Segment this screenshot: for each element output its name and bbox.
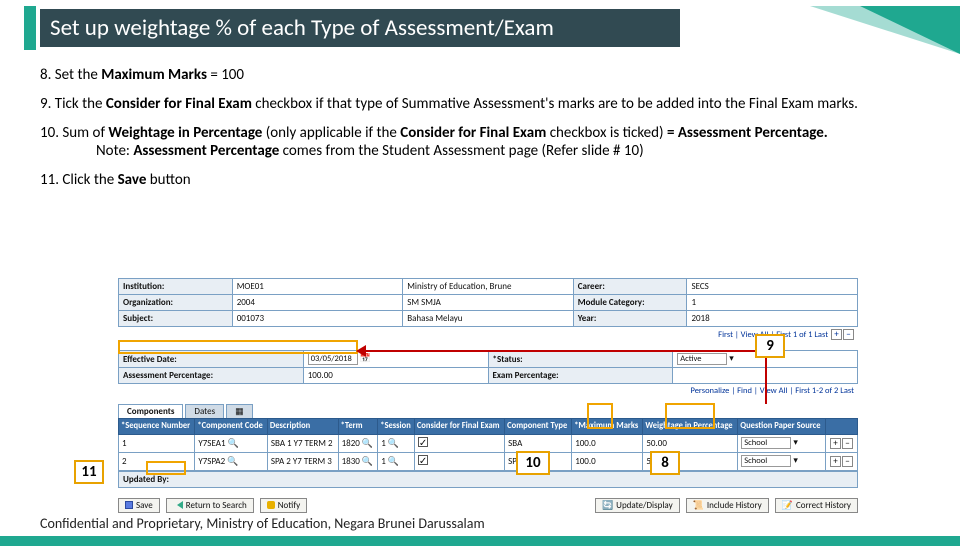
consider-checkbox[interactable] [418,437,428,447]
col-ctype[interactable]: Component Type [505,419,572,435]
col-max[interactable]: *Maximum Marks [572,419,643,435]
tab-dates[interactable]: Dates [185,404,224,418]
step-10: 10. Sum of Weightage in Percentage (only… [40,124,920,162]
return-icon [173,501,183,509]
subject-desc: Bahasa Melayu [403,311,574,327]
institution-label: Institution: [119,279,233,295]
table-row: 1 Y7SEA1 🔍 SBA 1 Y7 TERM 2 1820 🔍 1 🔍 SB… [119,434,858,452]
grid-nav-top[interactable]: First | View All | First 1 of 1 Last +− [118,327,858,342]
career-label: Career: [573,279,687,295]
arrow-head-icon [356,345,366,357]
organization-desc: SM SMJA [403,295,574,311]
col-code[interactable]: *Component Code [195,419,268,435]
grid-nav-mid[interactable]: Personalize | Find | View All | First 1-… [118,384,858,398]
decor-triangle [860,6,960,54]
institution-desc: Ministry of Education, Brune [403,279,574,295]
title-accent-bar [24,6,36,50]
slide-title-area: Set up weightage % of each Type of Asses… [0,6,960,56]
col-src[interactable]: Question Paper Source [738,419,826,435]
slide-title: Set up weightage % of each Type of Asses… [40,9,680,47]
effective-date-label: Effective Date: [119,351,304,368]
tab-components[interactable]: Components [118,404,183,418]
step-9: 9. Tick the Consider for Final Exam chec… [40,95,920,114]
notify-icon [267,501,275,509]
remove-row-icon[interactable]: − [842,438,853,449]
subject-value: 001073 [232,311,403,327]
footer-text: Confidential and Proprietary, Ministry o… [40,515,485,532]
correct-history-button[interactable]: 📝 Correct History [775,498,858,513]
organization-value: 2004 [232,295,403,311]
action-button-row: Save Return to Search Notify 🔄 Update/Di… [118,498,858,513]
subject-label: Subject: [119,311,233,327]
tab-row: Components Dates ▦ [118,404,858,418]
col-actions [826,419,858,435]
institution-value: MOE01 [232,279,403,295]
header-info-table: Institution: MOE01 Ministry of Education… [118,278,858,327]
effective-date-field[interactable]: 03/05/2018 [308,353,358,365]
callout-9: 9 [755,334,785,358]
callout-10: 10 [516,451,550,475]
return-to-search-button[interactable]: Return to Search [166,498,254,513]
add-row-icon[interactable]: + [830,438,841,449]
module-category-label: Module Category: [573,295,687,311]
app-screenshot: Institution: MOE01 Ministry of Education… [118,278,858,513]
year-value: 2018 [687,311,858,327]
step-11: 11. Click the Save button [40,171,920,190]
assessment-pct-value: 100.00 [303,368,488,384]
module-category-value: 1 [687,295,858,311]
organization-label: Organization: [119,295,233,311]
annotation-arrow [362,350,767,352]
save-icon [125,501,133,509]
callout-8: 8 [650,451,680,475]
include-history-button[interactable]: 📜 Include History [686,498,769,513]
col-term[interactable]: *Term [338,419,378,435]
step-8: 8. Set the Maximum Marks = 100 [40,66,920,85]
exam-pct-label: Exam Percentage: [488,368,673,384]
col-desc[interactable]: Description [267,419,338,435]
callout-11: 11 [74,460,104,484]
updated-by-label: Updated By: [118,471,858,488]
career-value: SECS [687,279,858,295]
save-button[interactable]: Save [118,498,160,513]
col-wt[interactable]: Weightage in Percentage [643,419,738,435]
tab-showall[interactable]: ▦ [226,404,253,418]
col-session[interactable]: *Session [378,419,415,435]
consider-checkbox[interactable] [418,455,428,465]
year-label: Year: [573,311,687,327]
instruction-text: 8. Set the Maximum Marks = 100 9. Tick t… [0,56,960,190]
col-consider[interactable]: Consider for Final Exam [414,419,504,435]
footer-bar [0,536,960,546]
status-label: *Status: [488,351,673,368]
notify-button[interactable]: Notify [260,498,307,513]
remove-row-icon[interactable]: − [842,456,853,467]
col-seq[interactable]: *Sequence Number [119,419,195,435]
update-display-button[interactable]: 🔄 Update/Display [595,498,680,513]
assessment-pct-label: Assessment Percentage: [119,368,304,384]
components-grid: *Sequence Number *Component Code Descrip… [118,418,858,471]
status-select[interactable]: Active [677,353,727,365]
table-row: 2 Y7SPA2 🔍 SPA 2 Y7 TERM 3 1830 🔍 1 🔍 SP… [119,452,858,470]
effective-row: Effective Date: 03/05/2018 📅 *Status: Ac… [118,350,858,384]
add-row-icon[interactable]: + [830,456,841,467]
annotation-arrow-vertical [765,350,767,404]
